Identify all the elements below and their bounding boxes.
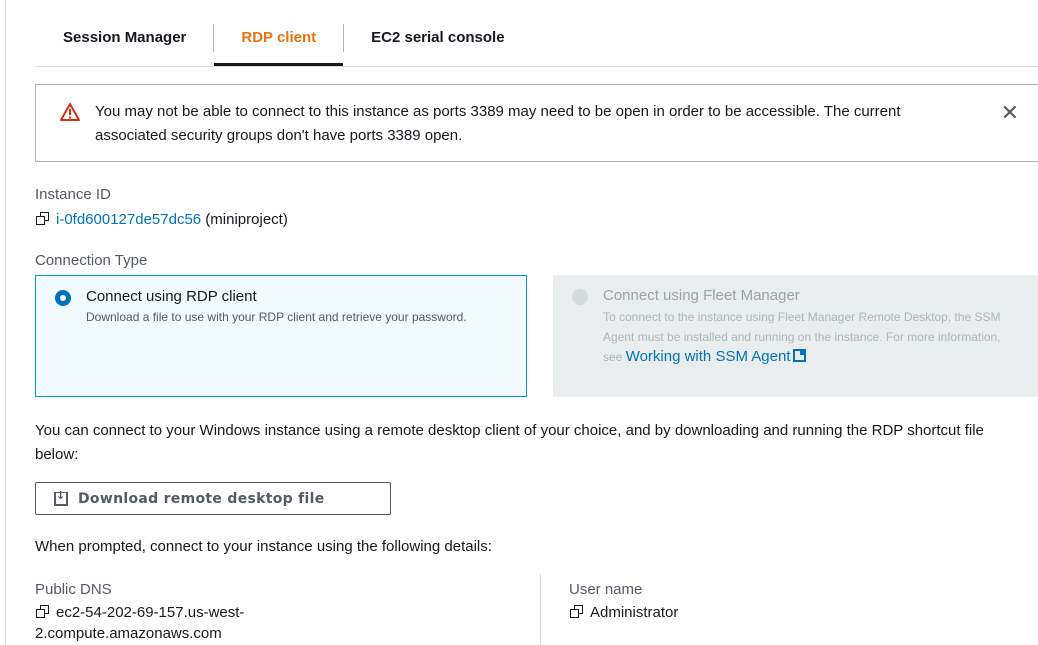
option-fleet-manager[interactable]: Connect using Fleet Manager To connect t… <box>553 275 1038 397</box>
radio-fleet-manager[interactable] <box>572 289 588 305</box>
tab-ec2-serial-console[interactable]: EC2 serial console <box>344 14 531 66</box>
tab-session-manager[interactable]: Session Manager <box>36 14 213 66</box>
copy-icon[interactable] <box>36 212 50 226</box>
close-icon[interactable]: ✕ <box>1001 102 1019 124</box>
warning-alert: You may not be able to connect to this i… <box>35 84 1038 162</box>
public-dns-part1: ec2-54-202-69-157.us-west- <box>56 604 245 621</box>
left-edge-divider <box>5 0 6 645</box>
connection-type-label: Connection Type <box>35 252 148 269</box>
column-divider <box>540 574 541 645</box>
instance-id-value: i-0fd600127de57dc56 (miniproject) <box>36 211 288 228</box>
public-dns-value-line2: 2.compute.amazonaws.com <box>35 625 222 642</box>
option-rdp-client[interactable]: Connect using RDP client Download a file… <box>35 275 527 397</box>
info-paragraph: You can connect to your Windows instance… <box>35 422 984 463</box>
user-name: Administrator <box>590 604 679 621</box>
tab-bar: Session Manager RDP client EC2 serial co… <box>36 14 532 66</box>
external-link-icon <box>793 349 807 362</box>
instance-name: (miniproject) <box>201 211 288 228</box>
option-description: To connect to the instance using Fleet M… <box>603 307 1008 367</box>
user-name-label: User name <box>569 581 643 598</box>
option-title: Connect using Fleet Manager <box>603 287 800 304</box>
copy-icon[interactable] <box>570 605 584 619</box>
warning-triangle-icon <box>60 103 80 121</box>
public-dns-value-line1: ec2-54-202-69-157.us-west- <box>36 604 244 621</box>
prompt-text: When prompted, connect to your instance … <box>35 538 492 555</box>
user-name-value: Administrator <box>570 604 678 621</box>
alert-message: You may not be able to connect to this i… <box>95 103 901 144</box>
download-button-label: Download remote desktop file <box>78 490 325 507</box>
download-remote-desktop-file-button[interactable]: Download remote desktop file <box>35 482 391 515</box>
instance-id-link[interactable]: i-0fd600127de57dc56 <box>56 211 201 228</box>
radio-rdp-client[interactable] <box>55 290 71 306</box>
tabs-divider <box>36 66 1038 67</box>
option-title: Connect using RDP client <box>86 288 257 305</box>
option-description: Download a file to use with your RDP cli… <box>86 310 467 324</box>
download-icon <box>54 489 68 506</box>
instance-id-label: Instance ID <box>35 186 111 203</box>
working-with-ssm-agent-link[interactable]: Working with SSM Agent <box>626 348 791 365</box>
public-dns-label: Public DNS <box>35 581 112 598</box>
tab-rdp-client[interactable]: RDP client <box>214 14 343 66</box>
copy-icon[interactable] <box>36 605 50 619</box>
